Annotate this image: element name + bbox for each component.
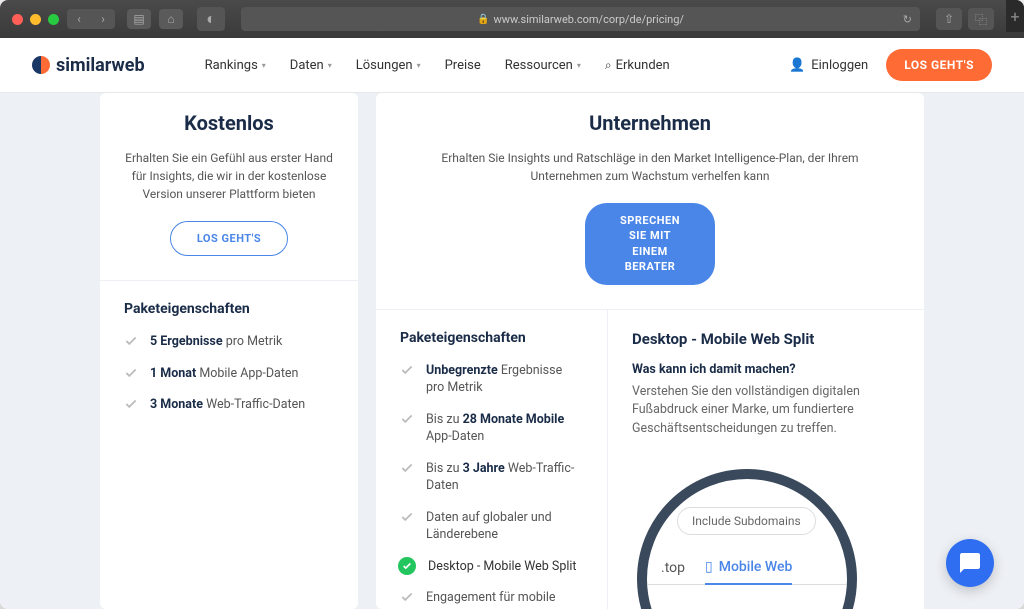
check-icon [124,334,138,348]
login-link[interactable]: 👤 Einloggen [789,58,868,73]
pricing-content: Kostenlos Erhalten Sie ein Gefühl aus er… [0,93,1024,609]
forward-button[interactable]: › [91,9,115,29]
check-active-icon [398,557,416,575]
search-icon: ⌕ [605,58,612,73]
chevron-down-icon: ▾ [262,61,266,70]
preview-tab-mobile: ▯ Mobile Web [705,559,792,585]
minimize-window-icon[interactable] [30,14,41,25]
plan-free-desc: Erhalten Sie ein Gefühl aus erster Hand … [124,149,334,203]
mobile-icon: ▯ [705,559,713,575]
check-icon [400,461,414,475]
feature-item: 5 Ergebnisse pro Metrik [124,333,334,351]
plan-free: Kostenlos Erhalten Sie ein Gefühl aus er… [100,93,358,609]
header-cta-button[interactable]: LOS GEHT'S [886,49,992,81]
feature-item-active[interactable]: Desktop - Mobile Web Split [400,558,583,576]
home-button[interactable]: ⌂ [159,9,183,29]
site-header: similarweb Rankings▾ Daten▾ Lösungen▾ Pr… [0,38,1024,93]
feature-item[interactable]: Bis zu 28 Monate Mobile App-Daten [400,411,583,446]
feature-item[interactable]: Engagement für mobile Apps [400,589,583,609]
plan-enterprise-features: Paketeigenschaften Unbegrenzte Ergebniss… [376,310,607,609]
feature-preview: Include Subdomains .top ▯ Mobile Web [632,469,900,609]
chrome-right-controls: ⇧ ⿻ [936,8,994,30]
privacy-shield-icon[interactable]: ◐ [197,7,225,31]
browser-window: ‹ › ▤ ⌂ ◐ 🔒 www.similarweb.com/corp/de/p… [0,0,1024,609]
plan-free-features: Paketeigenschaften 5 Ergebnisse pro Metr… [100,281,358,448]
logo-icon [32,56,50,74]
chevron-down-icon: ▾ [417,61,421,70]
new-tab-button[interactable]: + [1006,0,1024,32]
plan-enterprise-head: Unternehmen Erhalten Sie Insights und Ra… [376,93,924,310]
preview-tabs: .top ▯ Mobile Web [647,559,847,585]
check-icon [124,366,138,380]
header-right: 👤 Einloggen LOS GEHT'S [789,49,992,81]
nav-daten[interactable]: Daten▾ [290,58,332,73]
nav-ressourcen[interactable]: Ressourcen▾ [505,58,581,73]
nav-back-forward: ‹ › [67,9,115,29]
chat-icon [958,551,982,575]
check-icon [400,510,414,524]
feature-item[interactable]: Unbegrenzte Ergebnisse pro Metrik [400,362,583,397]
share-icon[interactable]: ⇧ [936,8,962,30]
sidebar-toggle-icon[interactable]: ▤ [127,9,151,29]
features-title: Paketeigenschaften [124,301,334,317]
chat-widget-button[interactable] [946,539,994,587]
chevron-down-icon: ▾ [577,61,581,70]
detail-subtitle: Was kann ich damit machen? [632,362,900,377]
traffic-lights [12,14,59,25]
logo-text: similarweb [56,55,145,76]
url-text: www.similarweb.com/corp/de/pricing/ [494,13,684,26]
detail-text: Verstehen Sie den vollständigen digitale… [632,383,900,439]
back-button[interactable]: ‹ [67,9,91,29]
feature-item[interactable]: Bis zu 3 Jahre Web-Traffic-Daten [400,460,583,495]
lock-icon: 🔒 [477,14,489,25]
site-logo[interactable]: similarweb [32,55,145,76]
check-icon [400,412,414,426]
user-icon: 👤 [789,58,805,73]
close-window-icon[interactable] [12,14,23,25]
nav-rankings[interactable]: Rankings▾ [205,58,266,73]
preview-tab-desktop: .top [661,559,685,585]
check-icon [400,590,414,604]
feature-item[interactable]: Daten auf globaler und Länderebene [400,509,583,544]
address-bar[interactable]: 🔒 www.similarweb.com/corp/de/pricing/ ↻ [241,7,920,31]
plan-enterprise-title: Unternehmen [400,111,900,135]
browser-chrome: ‹ › ▤ ⌂ ◐ 🔒 www.similarweb.com/corp/de/p… [0,0,1024,38]
preview-subdomain-pill: Include Subdomains [677,507,816,535]
maximize-window-icon[interactable] [48,14,59,25]
preview-magnifier: Include Subdomains .top ▯ Mobile Web [637,469,857,609]
plan-enterprise: Unternehmen Erhalten Sie Insights und Ra… [376,93,924,609]
chevron-down-icon: ▾ [328,61,332,70]
detail-title: Desktop - Mobile Web Split [632,330,900,348]
plan-enterprise-desc: Erhalten Sie Insights und Ratschläge in … [440,149,860,185]
reload-icon[interactable]: ↻ [903,13,912,26]
nav-preise[interactable]: Preise [445,58,481,73]
plan-free-title: Kostenlos [124,111,334,135]
main-nav: Rankings▾ Daten▾ Lösungen▾ Preise Ressou… [205,58,670,73]
tabs-icon[interactable]: ⿻ [968,8,994,30]
check-icon [400,363,414,377]
page-content: similarweb Rankings▾ Daten▾ Lösungen▾ Pr… [0,38,1024,609]
check-icon [124,397,138,411]
feature-item: 3 Monate Web-Traffic-Daten [124,396,334,414]
nav-erkunden[interactable]: ⌕Erkunden [605,58,670,73]
plan-free-head: Kostenlos Erhalten Sie ein Gefühl aus er… [100,93,358,281]
feature-item: 1 Monat Mobile App-Daten [124,365,334,383]
features-title: Paketeigenschaften [400,330,583,346]
nav-loesungen[interactable]: Lösungen▾ [356,58,421,73]
plan-enterprise-cta[interactable]: SPRECHEN SIE MIT EINEM BERATER [585,203,715,285]
enterprise-features-col: Paketeigenschaften Unbegrenzte Ergebniss… [376,310,608,609]
feature-detail-panel: Desktop - Mobile Web Split Was kann ich … [608,310,924,609]
plan-free-cta[interactable]: LOS GEHT'S [170,221,288,256]
